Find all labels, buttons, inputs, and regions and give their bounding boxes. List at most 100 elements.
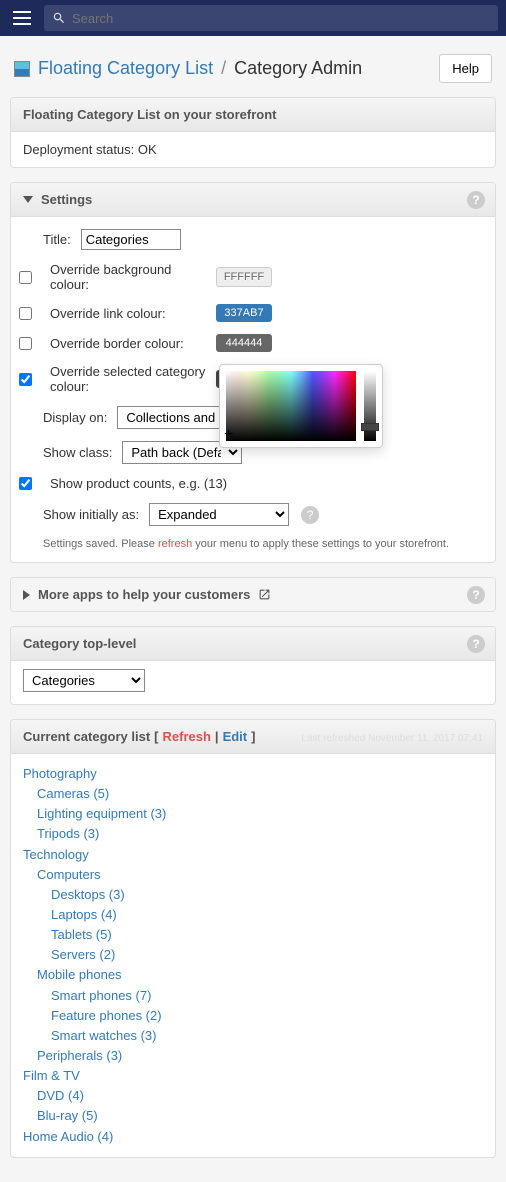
help-icon[interactable]: ? xyxy=(301,506,319,524)
catlist-refresh-link[interactable]: Refresh xyxy=(163,729,211,744)
help-icon[interactable]: ? xyxy=(467,635,485,653)
category-tree: Photography Cameras (5) Lighting equipment… xyxy=(23,764,483,1147)
breadcrumb: Floating Category List / Category Admin … xyxy=(10,46,496,97)
category-link[interactable]: Film & TV xyxy=(23,1068,80,1083)
category-link[interactable]: Feature phones (2) xyxy=(51,1008,162,1023)
deployment-status-value: OK xyxy=(138,142,157,157)
page-title: Category Admin xyxy=(234,58,362,79)
category-link[interactable]: Photography xyxy=(23,766,97,781)
external-link-icon xyxy=(258,588,271,601)
category-link[interactable]: Technology xyxy=(23,847,89,862)
settings-panel: Settings ? Title: Override background co… xyxy=(10,182,496,563)
pipe: | xyxy=(215,729,219,744)
chevron-down-icon xyxy=(23,196,33,203)
category-link[interactable]: Cameras (5) xyxy=(37,786,109,801)
category-link[interactable]: Tablets (5) xyxy=(51,927,112,942)
category-item: Feature phones (2) xyxy=(51,1006,483,1026)
showclass-label: Show class: xyxy=(43,445,112,460)
more-apps-header[interactable]: More apps to help your customers ? xyxy=(11,578,495,611)
category-link[interactable]: Peripherals (3) xyxy=(37,1048,122,1063)
breadcrumb-separator: / xyxy=(221,58,226,79)
bracket-close: ] xyxy=(251,729,255,744)
breadcrumb-app-link[interactable]: Floating Category List xyxy=(38,58,213,79)
save-message: Settings saved. Please refresh your menu… xyxy=(19,532,487,552)
category-item: Tablets (5) xyxy=(51,925,483,945)
category-item: Home Audio (4) xyxy=(23,1127,483,1147)
color-picker-crosshair-icon: + xyxy=(224,427,233,443)
category-link[interactable]: Blu-ray (5) xyxy=(37,1108,98,1123)
category-link[interactable]: Tripods (3) xyxy=(37,826,99,841)
color-picker[interactable]: + xyxy=(219,364,383,448)
menu-burger-icon[interactable] xyxy=(8,4,36,32)
category-link[interactable]: Smart watches (3) xyxy=(51,1028,156,1043)
category-item: ComputersDesktops (3)Laptops (4)Tablets … xyxy=(37,865,483,966)
link-colour-checkbox[interactable] xyxy=(19,307,32,320)
bracket-open: [ xyxy=(154,729,158,744)
toplevel-panel: Category top-level ? Categories xyxy=(10,626,496,705)
showinit-label: Show initially as: xyxy=(43,507,139,522)
category-item: Tripods (3) xyxy=(37,824,483,844)
border-colour-label: Override border colour: xyxy=(50,336,210,351)
category-link[interactable]: Computers xyxy=(37,867,101,882)
border-colour-checkbox[interactable] xyxy=(19,337,32,350)
save-msg-refresh[interactable]: refresh xyxy=(158,538,192,550)
showinit-select[interactable]: Expanded xyxy=(149,503,289,526)
color-picker-lightness-slider[interactable] xyxy=(364,371,376,441)
category-item: Cameras (5) xyxy=(37,784,483,804)
catlist-timestamp: Last refreshed November 11, 2017 07:41 xyxy=(301,733,483,744)
title-label: Title: xyxy=(43,232,71,247)
toplevel-select[interactable]: Categories xyxy=(23,669,145,692)
toplevel-header-text: Category top-level xyxy=(23,636,136,651)
storefront-body: Deployment status: OK xyxy=(11,132,495,167)
search-box[interactable] xyxy=(44,5,498,31)
category-item: Technology ComputersDesktops (3)Laptops (… xyxy=(23,845,483,1067)
catlist-header-text: Current category list xyxy=(23,729,150,744)
color-picker-slider-handle[interactable] xyxy=(361,423,379,431)
save-msg-part1: Settings saved. Please xyxy=(43,538,158,550)
category-item: Lighting equipment (3) xyxy=(37,804,483,824)
help-icon[interactable]: ? xyxy=(467,191,485,209)
selected-colour-checkbox[interactable] xyxy=(19,373,32,386)
counts-checkbox[interactable] xyxy=(19,477,32,490)
category-item: Photography Cameras (5) Lighting equipment… xyxy=(23,764,483,845)
category-item: Laptops (4) xyxy=(51,905,483,925)
bg-colour-checkbox[interactable] xyxy=(19,271,32,284)
storefront-header-text: Floating Category List on your storefron… xyxy=(23,107,277,122)
search-input[interactable] xyxy=(72,11,490,26)
save-msg-part2: your menu to apply these settings to you… xyxy=(192,538,449,550)
category-link[interactable]: Lighting equipment (3) xyxy=(37,806,166,821)
category-link[interactable]: Home Audio (4) xyxy=(23,1129,113,1144)
category-link[interactable]: DVD (4) xyxy=(37,1088,84,1103)
category-link[interactable]: Smart phones (7) xyxy=(51,988,151,1003)
category-item: Blu-ray (5) xyxy=(37,1106,483,1126)
catlist-edit-link[interactable]: Edit xyxy=(223,729,248,744)
category-item: Film & TV DVD (4) Blu-ray (5) xyxy=(23,1066,483,1126)
category-link[interactable]: Servers (2) xyxy=(51,947,115,962)
settings-header-text: Settings xyxy=(41,192,92,207)
chevron-right-icon xyxy=(23,590,30,600)
bg-colour-label: Override background colour: xyxy=(50,262,210,292)
storefront-header: Floating Category List on your storefron… xyxy=(11,98,495,132)
help-icon[interactable]: ? xyxy=(467,586,485,604)
category-link[interactable]: Laptops (4) xyxy=(51,907,117,922)
selected-colour-label: Override selected category colour: xyxy=(50,364,210,394)
displayon-label: Display on: xyxy=(43,410,107,425)
settings-header[interactable]: Settings ? xyxy=(11,183,495,217)
color-picker-sv-area[interactable]: + xyxy=(226,371,356,441)
category-item: Peripherals (3) xyxy=(37,1046,483,1066)
link-colour-label: Override link colour: xyxy=(50,306,210,321)
catlist-header: Current category list [ Refresh | Edit ]… xyxy=(11,720,495,754)
category-item: Smart phones (7) xyxy=(51,986,483,1006)
border-colour-button[interactable]: 444444 xyxy=(216,334,272,352)
search-icon xyxy=(52,11,66,25)
help-button[interactable]: Help xyxy=(439,54,492,83)
catlist-panel: Current category list [ Refresh | Edit ]… xyxy=(10,719,496,1158)
category-item: Mobile phones Smart phones (7) Feature pho… xyxy=(37,965,483,1046)
storefront-panel: Floating Category List on your storefron… xyxy=(10,97,496,168)
title-input[interactable] xyxy=(81,229,181,250)
link-colour-button[interactable]: 337AB7 xyxy=(216,304,272,322)
counts-label: Show product counts, e.g. (13) xyxy=(50,476,227,491)
toplevel-header: Category top-level ? xyxy=(11,627,495,661)
category-link[interactable]: Mobile phones xyxy=(37,967,122,982)
bg-colour-button[interactable]: FFFFFF xyxy=(216,267,272,287)
